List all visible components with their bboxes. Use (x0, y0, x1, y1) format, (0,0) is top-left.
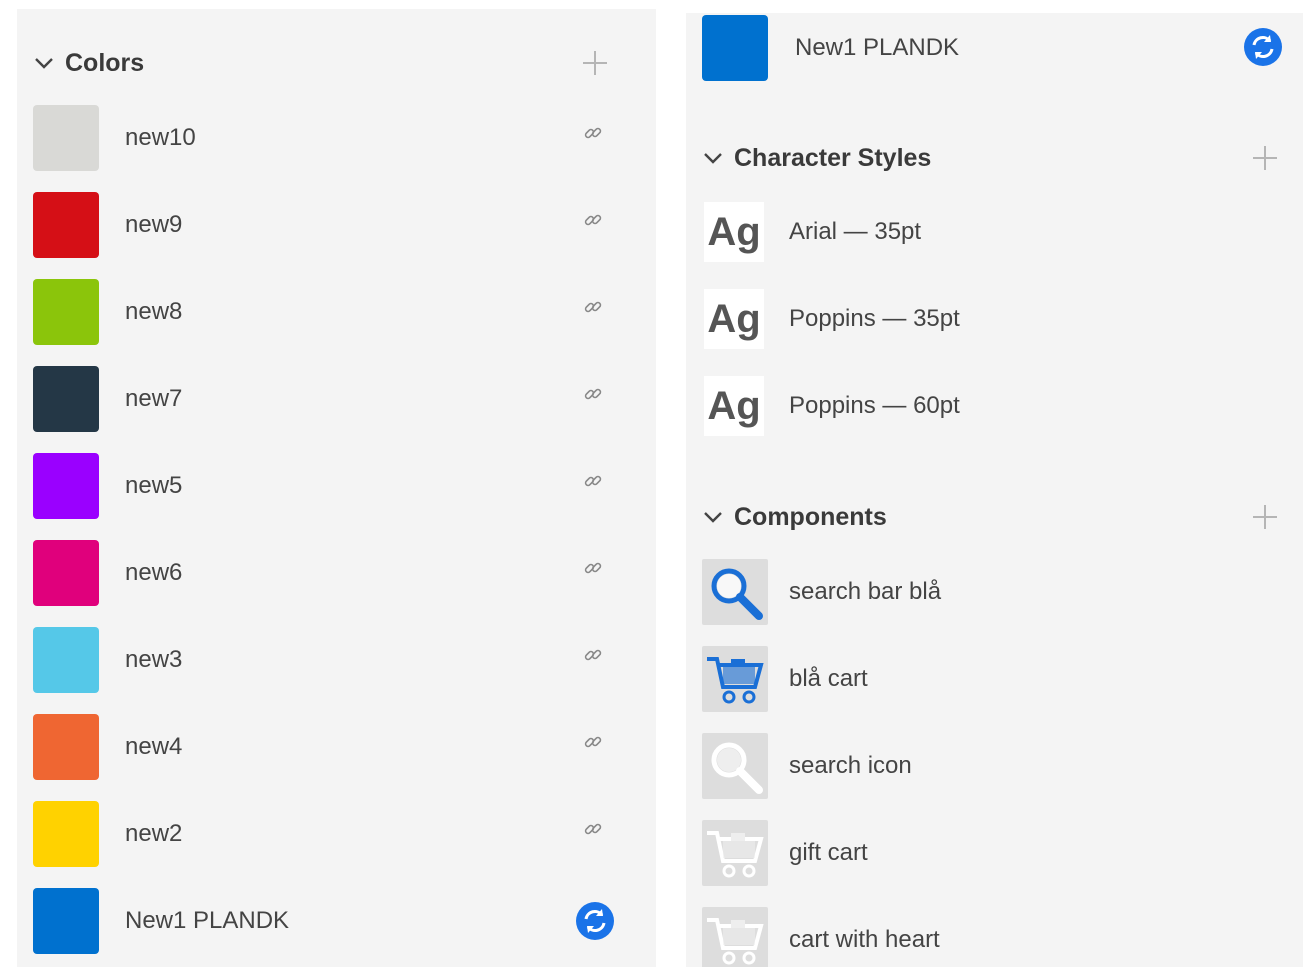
color-label: new6 (125, 559, 183, 586)
add-color-button[interactable] (579, 47, 611, 79)
components-title: Components (734, 502, 887, 531)
link-icon[interactable] (579, 815, 607, 843)
color-swatch[interactable] (33, 279, 99, 345)
magnifier-icon (705, 736, 765, 796)
components-section-header[interactable]: Components (686, 497, 1303, 537)
font-preview-thumbnail: Ag (704, 289, 764, 349)
color-swatch[interactable] (33, 453, 99, 519)
assets-panel: New1 PLANDK Character Styles Ag Arial — 3… (686, 13, 1303, 967)
color-label: New1 PLANDK (795, 34, 960, 61)
plus-icon (1253, 146, 1277, 170)
link-icon[interactable] (579, 467, 607, 495)
cart-icon (705, 649, 765, 709)
color-item[interactable]: new5 (17, 453, 656, 519)
add-component-button[interactable] (1249, 501, 1281, 533)
color-swatch[interactable] (33, 888, 99, 954)
color-item[interactable]: new7 (17, 366, 656, 432)
character-style-item[interactable]: Ag Poppins — 35pt (686, 289, 1303, 355)
component-thumbnail (702, 646, 768, 712)
component-item[interactable]: gift cart (686, 820, 1303, 886)
plus-icon (1253, 505, 1277, 529)
link-icon[interactable] (579, 206, 607, 234)
color-item[interactable]: new4 (17, 714, 656, 780)
color-swatch[interactable] (33, 105, 99, 171)
character-styles-title: Character Styles (734, 143, 932, 172)
font-preview-thumbnail: Ag (704, 202, 764, 262)
link-icon[interactable] (579, 641, 607, 669)
color-swatch[interactable] (33, 714, 99, 780)
color-item[interactable]: new10 (17, 105, 656, 171)
cart-icon (705, 910, 765, 967)
component-label: search bar blå (789, 578, 942, 605)
colors-panel: Colors new10 new9 new8 new7 new5 new6 new3 new4… (17, 9, 656, 967)
character-styles-section-header[interactable]: Character Styles (686, 138, 1303, 178)
color-label: new3 (125, 646, 183, 673)
component-item[interactable]: blå cart (686, 646, 1303, 712)
cart-icon (705, 823, 765, 883)
color-label: new7 (125, 385, 183, 412)
plus-icon (583, 51, 607, 75)
color-item-top[interactable]: New1 PLANDK (686, 15, 1303, 81)
chevron-down-icon[interactable] (702, 147, 724, 169)
sync-icon[interactable] (1242, 26, 1284, 68)
link-icon[interactable] (579, 728, 607, 756)
component-label: cart with heart (789, 926, 940, 953)
link-icon[interactable] (579, 293, 607, 321)
character-style-item[interactable]: Ag Poppins — 60pt (686, 376, 1303, 442)
color-item[interactable]: new2 (17, 801, 656, 867)
component-item[interactable]: search icon (686, 733, 1303, 799)
link-icon[interactable] (579, 119, 607, 147)
link-icon[interactable] (579, 380, 607, 408)
component-thumbnail (702, 559, 768, 625)
color-label: New1 PLANDK (125, 907, 290, 934)
chevron-down-icon[interactable] (33, 52, 55, 74)
color-item[interactable]: new8 (17, 279, 656, 345)
character-style-item[interactable]: Ag Arial — 35pt (686, 202, 1303, 268)
color-item[interactable]: new6 (17, 540, 656, 606)
sync-icon[interactable] (574, 900, 616, 942)
component-thumbnail (702, 907, 768, 967)
character-style-label: Arial — 35pt (789, 218, 922, 245)
component-label: blå cart (789, 665, 868, 692)
color-swatch[interactable] (33, 540, 99, 606)
color-swatch[interactable] (33, 627, 99, 693)
color-item[interactable]: new3 (17, 627, 656, 693)
color-label: new10 (125, 124, 196, 151)
colors-section-header[interactable]: Colors (17, 43, 656, 83)
character-style-label: Poppins — 35pt (789, 305, 960, 332)
color-label: new9 (125, 211, 183, 238)
color-item[interactable]: New1 PLANDK (17, 888, 656, 954)
component-label: gift cart (789, 839, 868, 866)
character-style-label: Poppins — 60pt (789, 392, 960, 419)
component-thumbnail (702, 820, 768, 886)
component-item[interactable]: cart with heart (686, 907, 1303, 967)
color-label: new2 (125, 820, 183, 847)
colors-section-title: Colors (65, 48, 145, 77)
add-character-style-button[interactable] (1249, 142, 1281, 174)
magnifier-icon (705, 562, 765, 622)
color-swatch[interactable] (702, 15, 768, 81)
color-label: new4 (125, 733, 183, 760)
color-label: new5 (125, 472, 183, 499)
color-item[interactable]: new9 (17, 192, 656, 258)
color-label: new8 (125, 298, 183, 325)
font-preview-thumbnail: Ag (704, 376, 764, 436)
color-swatch[interactable] (33, 801, 99, 867)
link-icon[interactable] (579, 554, 607, 582)
color-swatch[interactable] (33, 192, 99, 258)
color-swatch[interactable] (33, 366, 99, 432)
component-item[interactable]: search bar blå (686, 559, 1303, 625)
component-thumbnail (702, 733, 768, 799)
chevron-down-icon[interactable] (702, 506, 724, 528)
component-label: search icon (789, 752, 912, 779)
